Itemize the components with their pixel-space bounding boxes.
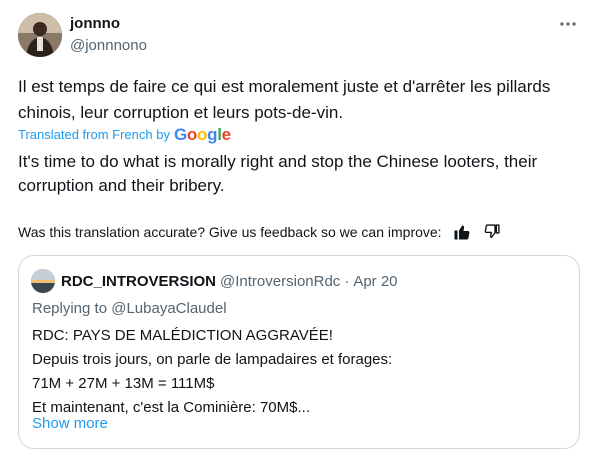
quoted-line: Depuis trois jours, on parle de lampadai…	[32, 351, 393, 368]
quoted-line: 71M + 27M + 13M = 111M$	[32, 375, 215, 392]
show-more-link[interactable]: Show more	[32, 414, 108, 434]
replying-prefix: Replying to	[32, 300, 108, 317]
translation-attribution[interactable]: Translated from French by Google	[18, 125, 231, 145]
feedback-prompt: Was this translation accurate? Give us f…	[18, 224, 442, 240]
author-name[interactable]: jonnno	[70, 14, 120, 34]
thumbs-down-icon[interactable]	[482, 222, 502, 242]
tweet-text-translated: It's time to do what is morally right an…	[18, 152, 538, 195]
separator-dot: ·	[344, 273, 350, 290]
avatar-photo	[18, 13, 62, 57]
quoted-handle[interactable]: @IntroversionRdc	[220, 272, 340, 292]
more-dots-icon[interactable]	[556, 12, 580, 36]
quoted-tweet[interactable]: RDC_INTROVERSION @IntroversionRdc · Apr …	[18, 255, 580, 449]
translation-feedback: Was this translation accurate? Give us f…	[18, 222, 580, 242]
avatar[interactable]	[18, 13, 62, 57]
quoted-line: RDC: PAYS DE MALÉDICTION AGGRAVÉE!	[32, 327, 333, 344]
quoted-header: RDC_INTROVERSION @IntroversionRdc · Apr …	[61, 272, 398, 292]
quoted-name[interactable]: RDC_INTROVERSION	[61, 272, 216, 292]
replying-mention[interactable]: @LubayaClaudel	[111, 300, 226, 317]
tweet-text-original: Il est temps de faire ce qui est moralem…	[18, 77, 551, 122]
quoted-text: RDC: PAYS DE MALÉDICTION AGGRAVÉE! Depui…	[32, 324, 562, 420]
quoted-avatar[interactable]	[31, 269, 55, 293]
replying-to: Replying to @LubayaClaudel	[32, 299, 227, 319]
google-logo: Google	[173, 125, 231, 144]
translated-from-label: Translated from French by	[18, 127, 170, 142]
author-handle[interactable]: @jonnnono	[70, 36, 147, 56]
quoted-date[interactable]: Apr 20	[353, 272, 397, 292]
thumbs-up-icon[interactable]	[452, 222, 472, 242]
quoted-line: Et maintenant, c'est la Cominière: 70M$.…	[32, 399, 310, 416]
